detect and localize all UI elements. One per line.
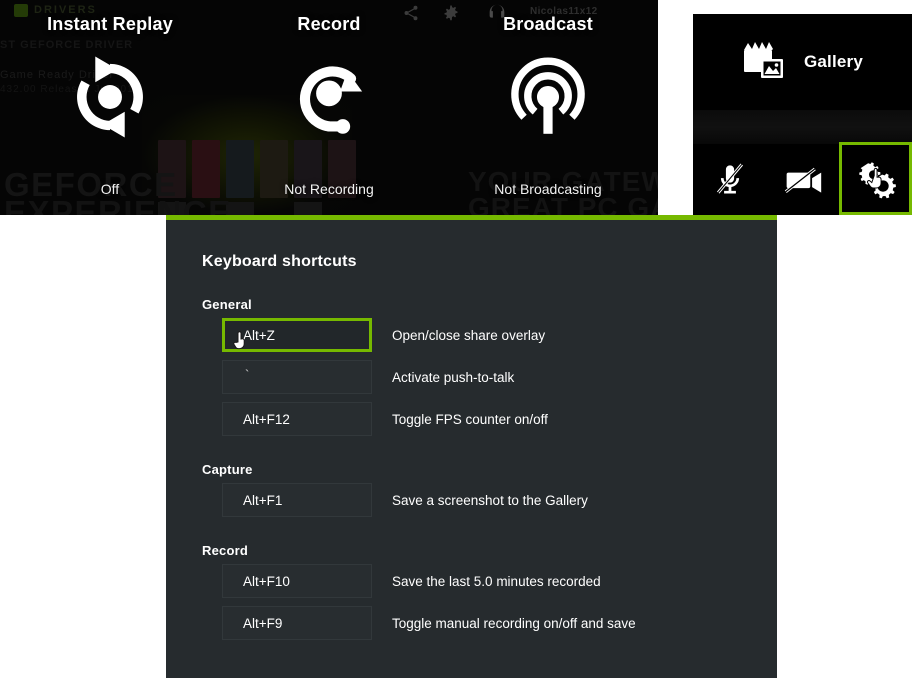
gallery-panel: Gallery xyxy=(693,14,912,215)
record-icon xyxy=(281,49,377,145)
tile-title: Broadcast xyxy=(503,14,593,34)
gallery-button[interactable]: Gallery xyxy=(693,14,912,110)
shortcut-key-field[interactable]: ` xyxy=(222,360,372,394)
shortcut-description: Save the last 5.0 minutes recorded xyxy=(392,573,601,589)
tile-instant-replay[interactable]: Instant Replay Off xyxy=(0,0,220,215)
shortcut-key-value: Alt+F10 xyxy=(243,573,290,589)
tile-status: Off xyxy=(100,181,120,197)
shortcut-key-field[interactable]: Alt+F9 xyxy=(222,606,372,640)
shortcut-row: Alt+F9 Toggle manual recording on/off an… xyxy=(202,606,777,640)
shortcut-description: Toggle manual recording on/off and save xyxy=(392,615,636,631)
gallery-label: Gallery xyxy=(803,52,864,71)
shortcut-row: Alt+F12 Toggle FPS counter on/off xyxy=(202,402,777,436)
shortcut-key-value: Alt+F1 xyxy=(243,492,283,508)
shortcut-key-value: Alt+Z xyxy=(243,327,275,343)
shortcut-description: Save a screenshot to the Gallery xyxy=(392,492,588,508)
shortcut-description: Toggle FPS counter on/off xyxy=(392,411,548,427)
microphone-muted-icon[interactable] xyxy=(693,142,766,215)
shortcut-description: Open/close share overlay xyxy=(392,327,546,343)
screenshot-root: DRIVERS ST GEFORCE DRIVER Game Ready Dri… xyxy=(0,0,912,678)
group-label-record: Record xyxy=(202,543,248,558)
gallery-film-photo-icon xyxy=(742,40,790,84)
group-label-general: General xyxy=(202,297,252,312)
shortcut-key-field[interactable]: Alt+F10 xyxy=(222,564,372,598)
instant-replay-icon xyxy=(62,49,158,145)
page-title: Keyboard shortcuts xyxy=(202,253,357,270)
shortcut-row: Alt+F10 Save the last 5.0 minutes record… xyxy=(202,564,777,598)
shortcut-key-value: ` xyxy=(245,367,250,382)
tile-status: Not Broadcasting xyxy=(494,181,602,197)
camera-disabled-icon[interactable] xyxy=(766,142,839,215)
tile-status: Not Recording xyxy=(284,181,374,197)
shortcut-key-value: Alt+F9 xyxy=(243,615,283,631)
settings-gear-icon[interactable] xyxy=(839,142,912,215)
shortcut-row: ` Activate push-to-talk xyxy=(202,360,777,394)
shortcut-description: Activate push-to-talk xyxy=(392,369,515,385)
keyboard-shortcuts-panel: Keyboard shortcuts General Alt+Z Open/cl… xyxy=(166,215,777,678)
panel-divider xyxy=(693,110,912,144)
share-overlay-panel: DRIVERS ST GEFORCE DRIVER Game Ready Dri… xyxy=(0,0,658,215)
tool-row xyxy=(693,142,912,215)
tile-record[interactable]: Record Not Recording xyxy=(219,0,439,215)
tile-title: Instant Replay xyxy=(47,14,173,34)
shortcut-key-field[interactable]: Alt+F12 xyxy=(222,402,372,436)
tile-broadcast[interactable]: Broadcast Not Broadcasting xyxy=(438,0,658,215)
shortcut-key-field[interactable]: Alt+Z xyxy=(222,318,372,352)
shortcut-key-value: Alt+F12 xyxy=(243,411,290,427)
broadcast-icon xyxy=(500,49,596,145)
shortcut-row: Alt+F1 Save a screenshot to the Gallery xyxy=(202,483,777,517)
shortcut-key-field[interactable]: Alt+F1 xyxy=(222,483,372,517)
shortcut-row: Alt+Z Open/close share overlay xyxy=(202,318,777,352)
tile-title: Record xyxy=(297,14,361,34)
group-label-capture: Capture xyxy=(202,462,253,477)
